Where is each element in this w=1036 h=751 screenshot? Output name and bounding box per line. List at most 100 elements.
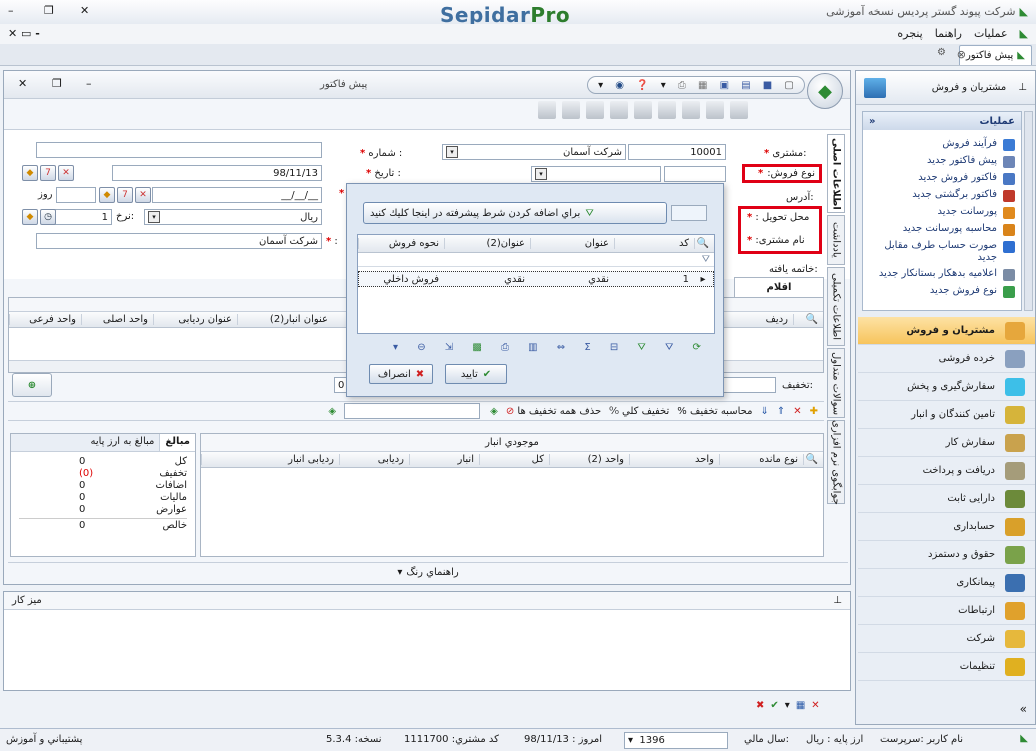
color-guide-bar[interactable]: راهنماي رنگ ▾ (8, 562, 848, 582)
sum-icon[interactable]: Σ (584, 342, 590, 353)
col-sale-mode[interactable]: نحوه فروش (358, 238, 444, 249)
discount-extra-field[interactable] (344, 403, 481, 419)
date-nav-icon[interactable]: ◆ (22, 165, 38, 181)
bottom-dropdown-icon[interactable]: ▾ (785, 700, 790, 711)
help-icon[interactable]: ❓ (636, 80, 648, 91)
restore-icon[interactable]: ❐ (44, 4, 54, 17)
add-item-icon[interactable]: ⊕ (12, 373, 52, 397)
toolbar-icon-4[interactable] (610, 101, 628, 119)
currency-dropdown-icon[interactable]: ▾ (148, 211, 160, 223)
search-icon[interactable]: 🔍 (793, 314, 823, 325)
vtab-faq[interactable]: سوالات متداول (827, 348, 845, 418)
sidebar-item[interactable]: سفارش‌گیری و پخش (858, 373, 1035, 401)
tab-amounts[interactable]: مبالغ (159, 434, 195, 451)
clear-date-icon[interactable]: ✕ (58, 165, 74, 181)
ok-button[interactable]: ✔ تاييد (445, 364, 507, 384)
toolbar-icon-5[interactable] (634, 101, 652, 119)
col-balance-type[interactable]: نوع مانده (719, 454, 803, 465)
fiscal-year-select[interactable]: ▾ 1396 (624, 732, 728, 749)
sidebar-item[interactable]: ارتباطات (858, 597, 1035, 625)
vtab-software-answer[interactable]: جوابگوی نرم افزاری (827, 420, 845, 504)
sidebar-item[interactable]: خرده فروشی (858, 345, 1035, 373)
col-main-unit[interactable]: واحد اصلی (81, 314, 153, 325)
color-guide-dropdown-icon[interactable]: ▾ (397, 567, 402, 578)
operations-scrollbar[interactable] (1024, 111, 1033, 311)
move-down-icon[interactable]: ⇓ (760, 406, 768, 417)
window-minimize-icon[interactable]: – (86, 77, 92, 90)
save-close-icon[interactable]: ▣ (720, 80, 729, 91)
due-date-field[interactable]: __/__/__ (152, 187, 322, 203)
operation-item[interactable]: نوع فروش جدید (863, 283, 1021, 300)
expand-icon[interactable]: » (856, 695, 1035, 723)
toolbar-icon-1[interactable] (538, 101, 556, 119)
window-close-icon[interactable]: ✕ (18, 77, 27, 90)
operation-item[interactable]: محاسبه پورسانت جدید (863, 221, 1021, 238)
cancel-button[interactable]: ✖ انصراف (369, 364, 433, 384)
due-calendar-icon[interactable]: 7 (117, 187, 133, 203)
calendar-icon[interactable]: 7 (40, 165, 56, 181)
col-warehouse[interactable]: انبار (409, 454, 479, 465)
reject-icon[interactable]: ✖ (756, 700, 764, 711)
dropdown2-icon[interactable]: ▾ (661, 80, 666, 91)
date-field[interactable]: 98/11/13 (112, 165, 322, 181)
bottom-close-icon[interactable]: ✕ (811, 700, 819, 711)
operation-item[interactable]: پیش فاکتور جدید (863, 153, 1021, 170)
due-clear-icon[interactable]: ✕ (135, 187, 151, 203)
sale-type-name-field[interactable]: ▾ (531, 166, 661, 182)
customer-code-field[interactable]: 10001 (628, 144, 726, 160)
dropdown-icon[interactable]: ▾ (598, 80, 603, 91)
confirm-icon[interactable]: ✔ (770, 700, 778, 711)
vtab-note[interactable]: یادداشت (827, 215, 845, 266)
col-sub-unit[interactable]: واحد فرعی (9, 314, 81, 325)
advanced-filter-button[interactable]: ⛛ براي اضافه کردن شرط پيشرفته در اينجا ک… (363, 202, 667, 224)
filter-icon[interactable]: ⛛ (637, 342, 645, 353)
customer-name-field[interactable]: شرکت آسمان ▾ (442, 144, 626, 160)
delete-row-icon[interactable]: ✕ (793, 406, 801, 417)
toolbar-icon-7[interactable] (682, 101, 700, 119)
days-field[interactable] (56, 187, 96, 203)
operation-item[interactable]: فاکتور فروش جدید (863, 170, 1021, 187)
col-unit2[interactable]: واحد (2) (549, 454, 629, 465)
col-row[interactable]: ردیف (723, 314, 793, 325)
group-icon[interactable]: ⊟ (610, 342, 618, 353)
sidebar-item[interactable]: حقوق و دستمزد (858, 541, 1035, 569)
rate-field[interactable]: 1 (54, 209, 112, 225)
tab-settings-icon[interactable]: ⚙ (937, 47, 946, 58)
menu-window[interactable]: پنجره (897, 27, 922, 40)
operation-item[interactable]: فرآیند فروش (863, 136, 1021, 153)
copy-icon[interactable]: ▦ (698, 80, 707, 91)
save-new-icon[interactable]: ▤ (741, 80, 750, 91)
sidebar-item[interactable]: پیمانکاری (858, 569, 1035, 597)
year-dropdown-icon[interactable]: ▾ (628, 735, 633, 746)
toolbar-icon-9[interactable] (730, 101, 748, 119)
sidebar-item[interactable]: شرکت (858, 625, 1035, 653)
columns-icon[interactable]: ▥ (528, 342, 537, 353)
fit-icon[interactable]: ⇔ (557, 342, 565, 353)
vtab-extra-info[interactable]: اطلاعات تکمیلی (827, 267, 845, 347)
vtab-main-info[interactable]: اطلاعات اصلی (827, 134, 845, 214)
pin-icon[interactable]: ⊥ (833, 595, 842, 606)
new-icon[interactable]: ▢ (784, 80, 793, 91)
refresh-icon[interactable]: ⟳ (693, 342, 701, 353)
support-link[interactable]: پشتيباني و آموزش (6, 734, 82, 745)
move-up-icon[interactable]: ⇑ (777, 406, 785, 417)
sidebar-pin-icon[interactable]: ⊥ (1018, 82, 1027, 93)
add-row-icon[interactable]: ✚ (810, 406, 818, 417)
inventory-search-icon[interactable]: 🔍 (803, 454, 823, 465)
sidebar-item[interactable]: حسابداری (858, 513, 1035, 541)
sidebar-item[interactable]: مشتریان و فروش (858, 317, 1035, 345)
operation-item[interactable]: صورت حساب طرف مقابل جدید (863, 238, 1021, 266)
sale-type-dropdown-icon[interactable]: ▾ (535, 168, 547, 180)
save-icon[interactable]: ■ (763, 80, 772, 91)
rate-lookup-icon[interactable]: ◷ (40, 209, 56, 225)
tab-items[interactable]: اقلام (734, 277, 824, 297)
toolbar-icon-6[interactable] (658, 101, 676, 119)
apply-icon[interactable]: ◈ (490, 406, 498, 417)
number-field[interactable] (36, 142, 322, 158)
print-icon[interactable]: ⎙ (678, 80, 686, 91)
toolbar-icon-3[interactable] (586, 101, 604, 119)
apply2-icon[interactable]: ◈ (328, 406, 336, 417)
col-tracking-title[interactable]: عنوان ردیابی (153, 314, 237, 325)
col-warehouse-title[interactable]: عنوان انبار(2) (237, 314, 333, 325)
toolbar-export-icon[interactable]: ⇲ (445, 342, 453, 353)
